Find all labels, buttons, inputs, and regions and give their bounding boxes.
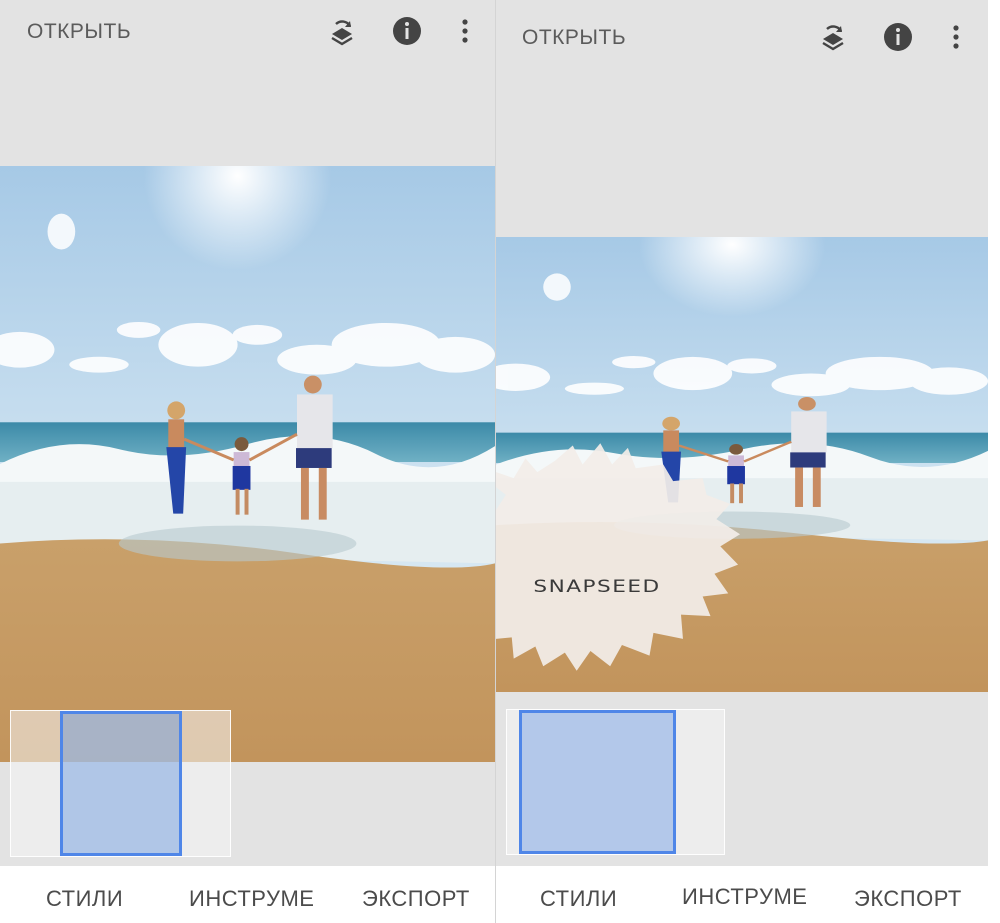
- info-icon[interactable]: [882, 21, 914, 53]
- watermark-text: SNAPSEED: [533, 576, 660, 596]
- nav-tools[interactable]: ИНСТРУМЕ: [682, 884, 807, 910]
- beach-photo: [0, 166, 495, 762]
- beach-photo: SNAPSEED: [496, 237, 988, 692]
- nav-tools[interactable]: ИНСТРУМЕ: [189, 886, 314, 912]
- layers-undo-icon[interactable]: [817, 21, 849, 53]
- nav-styles[interactable]: СТИЛИ: [46, 886, 123, 912]
- open-button[interactable]: ОТКРЫТЬ: [27, 20, 131, 44]
- nav-export[interactable]: ЭКСПОРТ: [854, 886, 962, 912]
- screen-with-watermark: ОТКРЫТЬ SNAPSEED СТИЛИ ИНСТРУМЕ ЭКСПОРТ: [496, 0, 988, 923]
- open-button[interactable]: ОТКРЫТЬ: [522, 26, 626, 50]
- nav-export[interactable]: ЭКСПОРТ: [362, 886, 470, 912]
- layers-undo-icon[interactable]: [326, 16, 358, 48]
- selected-style-thumbnail[interactable]: [519, 710, 676, 854]
- more-vert-icon[interactable]: [940, 21, 972, 53]
- more-vert-icon[interactable]: [449, 15, 481, 47]
- bottom-nav: СТИЛИ ИНСТРУМЕ ЭКСПОРТ: [0, 866, 495, 923]
- bottom-nav: СТИЛИ ИНСТРУМЕ ЭКСПОРТ: [496, 866, 988, 923]
- info-icon[interactable]: [391, 15, 423, 47]
- screen-original: ОТКРЫТЬ СТИЛИ ИНСТРУМЕ ЭКСПОРТ: [0, 0, 495, 923]
- nav-styles[interactable]: СТИЛИ: [540, 886, 617, 912]
- selected-style-thumbnail[interactable]: [60, 711, 182, 856]
